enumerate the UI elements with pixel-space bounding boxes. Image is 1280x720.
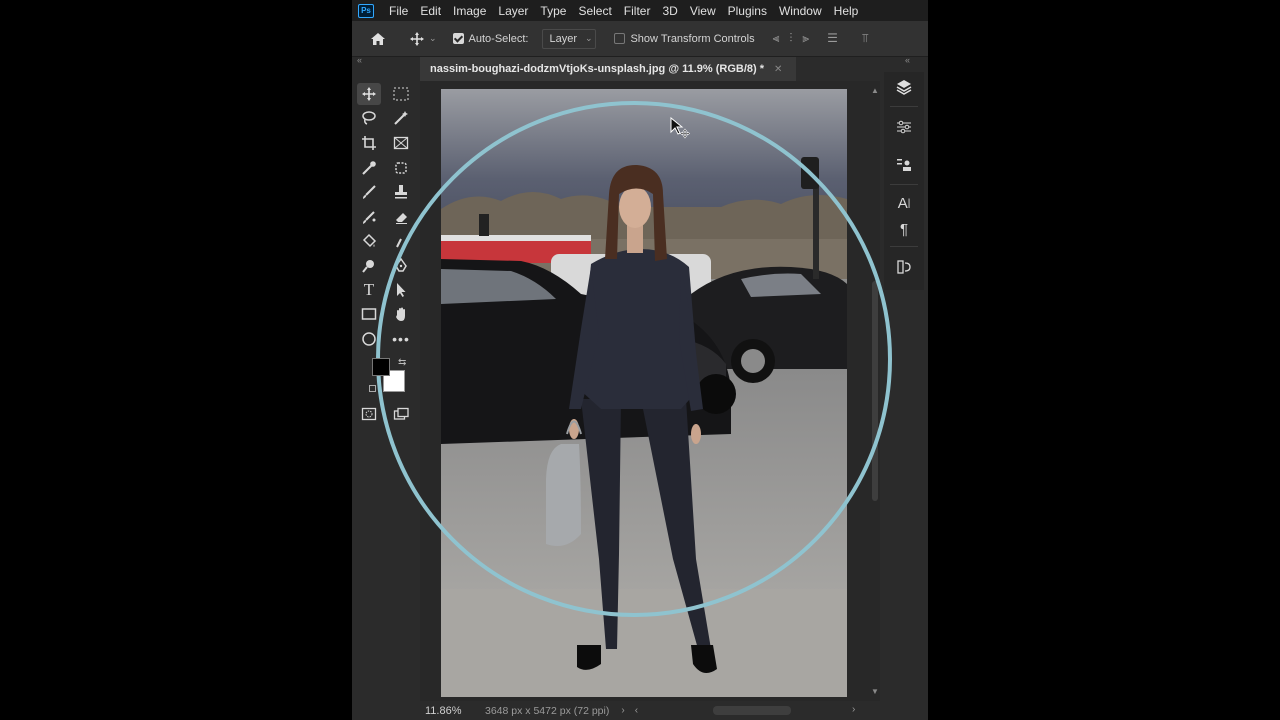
horizontal-scroll-thumb[interactable] [713, 706, 791, 715]
scroll-left-icon[interactable]: ‹ [635, 705, 638, 716]
rectangle-icon[interactable] [357, 303, 381, 325]
status-menu-chevron-icon[interactable]: › [621, 705, 624, 716]
auto-select-checkbox[interactable] [452, 33, 464, 44]
more-tools-icon[interactable]: ••• [389, 328, 413, 350]
character-icon[interactable]: A | [894, 193, 914, 213]
tab-strip [796, 57, 880, 81]
menu-image[interactable]: Image [449, 4, 490, 18]
foreground-color-swatch[interactable] [372, 358, 390, 376]
crop-icon[interactable] [357, 132, 381, 154]
type-icon[interactable]: T [357, 279, 381, 301]
mouse-cursor-move-icon [670, 117, 690, 139]
dodge-icon[interactable] [357, 255, 381, 277]
vertical-scroll-thumb[interactable] [872, 281, 878, 501]
scroll-down-icon[interactable]: ▼ [871, 687, 879, 696]
menu-plugins[interactable]: Plugins [724, 4, 771, 18]
properties-icon[interactable] [894, 155, 914, 175]
align-left-icon[interactable]: ⫷ [773, 31, 780, 46]
chevron-down-icon: ⌄ [585, 33, 593, 43]
eyedropper-icon[interactable] [357, 157, 381, 179]
photoshop-window: Ps File Edit Image Layer Type Select Fil… [352, 0, 928, 720]
default-colors-icon[interactable] [369, 385, 376, 392]
align-top-icon[interactable]: ⫪ [862, 31, 869, 46]
align-buttons: ⫷ ⫶ ⫸ ☰ ⫪ [773, 31, 869, 46]
quick-mask-icon[interactable] [357, 403, 381, 425]
collapse-right-icon[interactable]: « [905, 55, 910, 65]
document-size-info: 3648 px x 5472 px (72 ppi) [485, 704, 610, 717]
move-tool-preset-icon[interactable] [409, 31, 425, 47]
menu-type[interactable]: Type [536, 4, 570, 18]
brush-icon[interactable] [357, 181, 381, 203]
menu-bar: Ps File Edit Image Layer Type Select Fil… [352, 0, 928, 21]
document-tab[interactable]: nassim-boughazi-dodzmVtjoKs-unsplash.jpg… [420, 57, 796, 81]
menu-view[interactable]: View [686, 4, 720, 18]
panel-divider [890, 246, 918, 247]
stamp-icon[interactable] [389, 181, 413, 203]
tools-panel: T ••• ⇆ [355, 78, 419, 428]
scroll-right-icon[interactable]: › [852, 704, 855, 715]
status-bar: 11.86% 3648 px x 5472 px (72 ppi) › ‹ › [420, 701, 880, 720]
auto-select-label: Auto-Select: [468, 32, 529, 45]
path-select-icon[interactable] [389, 279, 413, 301]
photoshop-logo: Ps [358, 3, 374, 18]
menu-select[interactable]: Select [574, 4, 615, 18]
patch-icon[interactable] [389, 157, 413, 179]
photo-illustration [441, 89, 847, 697]
menu-window[interactable]: Window [775, 4, 826, 18]
marquee-icon[interactable] [389, 83, 413, 105]
pen-icon[interactable] [389, 255, 413, 277]
distribute-icon[interactable]: ☰ [827, 31, 838, 46]
swap-colors-icon[interactable]: ⇆ [398, 357, 406, 368]
panel-divider [890, 106, 918, 107]
paragraph-icon[interactable]: ¶ [894, 219, 914, 239]
menu-layer[interactable]: Layer [494, 4, 532, 18]
dropdown-value: Layer [549, 32, 577, 45]
menu-filter[interactable]: Filter [620, 4, 655, 18]
zoom-level[interactable]: 11.86% [425, 705, 485, 717]
show-transform-label: Show Transform Controls [630, 32, 755, 45]
smudge-icon[interactable] [389, 230, 413, 252]
show-transform-checkbox[interactable] [614, 33, 626, 44]
scroll-up-icon[interactable]: ▲ [871, 86, 879, 95]
vertical-scrollbar[interactable]: ▲ ▼ [870, 81, 880, 701]
frame-icon[interactable] [389, 132, 413, 154]
panel-divider [890, 184, 918, 185]
eraser-icon[interactable] [389, 206, 413, 228]
hand-icon[interactable] [389, 303, 413, 325]
ellipse-icon[interactable] [357, 328, 381, 350]
home-icon[interactable] [369, 32, 387, 46]
align-right-icon[interactable]: ⫸ [802, 31, 809, 46]
align-center-icon[interactable]: ⫶ [789, 31, 792, 46]
menu-help[interactable]: Help [830, 4, 863, 18]
panel-dock: A | ¶ [884, 72, 924, 290]
adjustments-icon[interactable] [894, 117, 914, 137]
history-brush-icon[interactable] [357, 206, 381, 228]
options-bar: ⌄ Auto-Select: Layer ⌄ Show Transform Co… [352, 21, 928, 57]
glyphs-icon[interactable] [894, 257, 914, 277]
lasso-icon[interactable] [357, 107, 381, 129]
document-tab-title: nassim-boughazi-dodzmVtjoKs-unsplash.jpg… [430, 63, 765, 75]
move-icon[interactable] [357, 83, 381, 105]
menu-edit[interactable]: Edit [416, 4, 445, 18]
document-canvas-image[interactable] [441, 89, 847, 697]
menu-3d[interactable]: 3D [658, 4, 681, 18]
close-icon[interactable]: ✕ [774, 64, 782, 75]
layers-icon[interactable] [894, 77, 914, 97]
collapse-left-icon[interactable]: « [357, 55, 362, 65]
paint-bucket-icon[interactable] [357, 230, 381, 252]
menu-file[interactable]: File [385, 4, 412, 18]
magic-wand-icon[interactable] [389, 107, 413, 129]
auto-select-target-dropdown[interactable]: Layer ⌄ [542, 28, 597, 49]
screen-mode-icon[interactable] [389, 403, 413, 425]
chevron-down-icon[interactable]: ⌄ [429, 33, 437, 44]
